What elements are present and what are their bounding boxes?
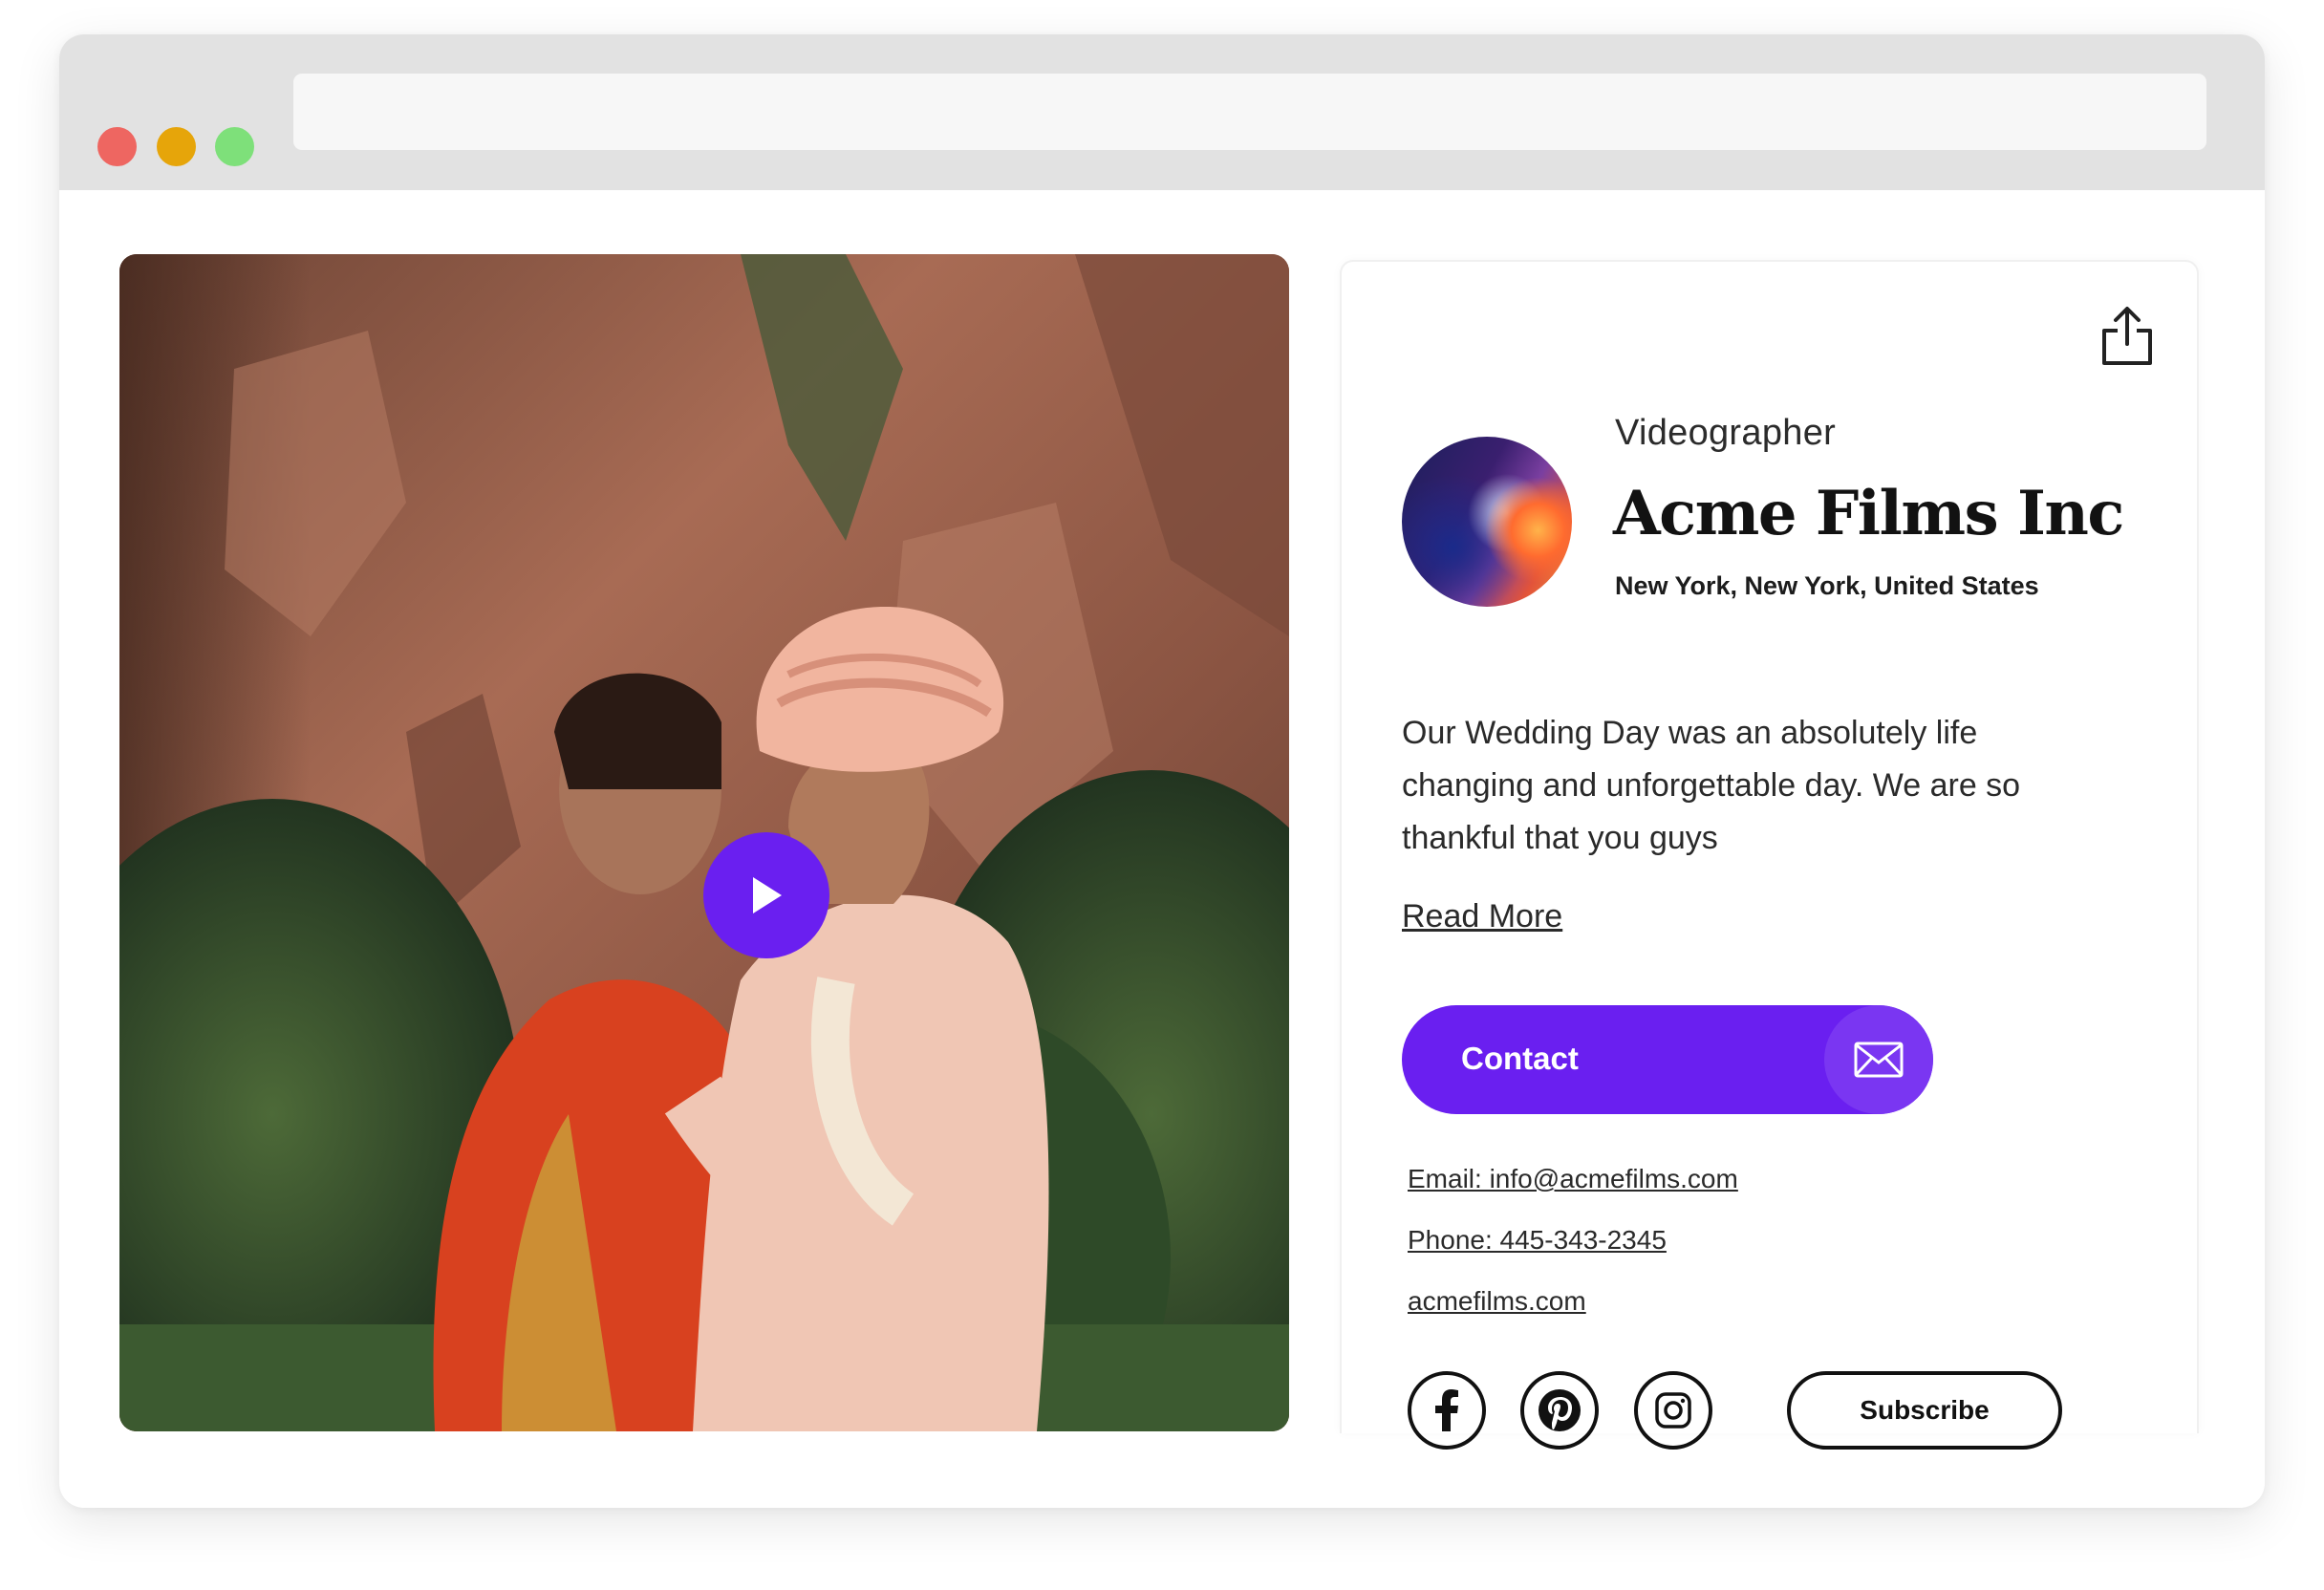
profile-bio: Our Wedding Day was an absolutely life c… xyxy=(1402,715,2021,856)
read-more-link[interactable]: Read More xyxy=(1402,898,1562,935)
subscribe-button[interactable]: Subscribe xyxy=(1787,1371,2062,1450)
hero-video-thumbnail[interactable] xyxy=(119,254,1289,1431)
wedding-photo xyxy=(119,254,1289,1431)
instagram-icon xyxy=(1655,1392,1691,1429)
avatar xyxy=(1402,437,1572,607)
facebook-button[interactable] xyxy=(1408,1371,1486,1450)
email-link[interactable]: Email: info@acmefilms.com xyxy=(1408,1164,1738,1194)
profile-name: Acme Films Inc xyxy=(1613,478,2124,549)
contact-button-label: Contact xyxy=(1461,1041,1579,1076)
maximize-window-button[interactable] xyxy=(215,127,254,166)
contact-button[interactable]: Contact xyxy=(1402,1005,1933,1114)
address-bar[interactable] xyxy=(293,74,2206,150)
browser-window: Videographer Acme Films Inc New York, Ne… xyxy=(59,34,2265,1508)
pinterest-icon xyxy=(1539,1389,1581,1431)
mail-icon xyxy=(1854,1042,1904,1078)
website-link[interactable]: acmefilms.com xyxy=(1408,1286,1586,1317)
close-window-button[interactable] xyxy=(97,127,137,166)
profile-location: New York, New York, United States xyxy=(1615,571,2039,600)
profile-role: Videographer xyxy=(1615,413,1837,453)
share-icon[interactable] xyxy=(2098,304,2156,367)
phone-link[interactable]: Phone: 445-343-2345 xyxy=(1408,1225,1667,1256)
play-video-button[interactable] xyxy=(703,832,829,958)
facebook-icon xyxy=(1435,1389,1458,1431)
contact-mail-icon-wrap xyxy=(1824,1005,1933,1114)
profile-card: Videographer Acme Films Inc New York, Ne… xyxy=(1340,260,2199,1450)
instagram-button[interactable] xyxy=(1634,1371,1712,1450)
play-icon xyxy=(753,877,782,913)
browser-toolbar xyxy=(59,34,2265,190)
pinterest-button[interactable] xyxy=(1520,1371,1599,1450)
minimize-window-button[interactable] xyxy=(157,127,196,166)
